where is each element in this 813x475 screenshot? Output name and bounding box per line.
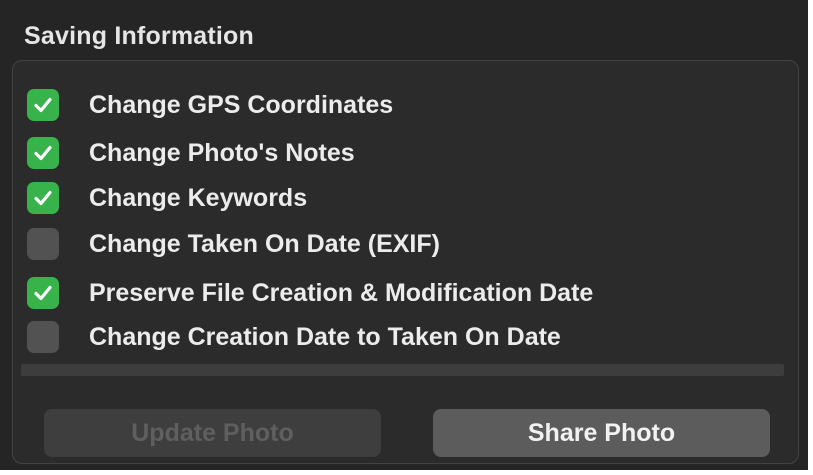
option-label: Change Creation Date to Taken On Date (89, 322, 561, 351)
saving-information-panel: Saving Information Change GPS Coordinate… (0, 0, 808, 470)
option-change-taken-on-date[interactable]: Change Taken On Date (EXIF) (27, 226, 440, 262)
checkbox-change-keywords[interactable] (27, 182, 59, 214)
checkmark-icon (34, 97, 52, 113)
option-label: Preserve File Creation & Modification Da… (89, 278, 594, 307)
option-label: Change Taken On Date (EXIF) (89, 229, 440, 258)
option-change-keywords[interactable]: Change Keywords (27, 180, 307, 216)
panel-title: Saving Information (24, 22, 255, 50)
checkbox-change-photos-notes[interactable] (27, 137, 59, 169)
update-photo-button[interactable]: Update Photo (44, 409, 381, 457)
option-preserve-file-dates[interactable]: Preserve File Creation & Modification Da… (27, 275, 593, 311)
option-change-photos-notes[interactable]: Change Photo's Notes (27, 135, 355, 171)
checkbox-change-taken-on-date[interactable] (27, 228, 59, 260)
checkbox-change-creation-date[interactable] (27, 321, 59, 353)
checkmark-icon (34, 285, 52, 301)
checkbox-preserve-file-dates[interactable] (27, 277, 59, 309)
share-photo-button[interactable]: Share Photo (433, 409, 770, 457)
options-group: Change GPS Coordinates Change Photo's No… (12, 60, 799, 464)
progress-bar (21, 364, 784, 376)
option-label: Change Photo's Notes (89, 138, 355, 167)
option-label: Change GPS Coordinates (89, 90, 394, 119)
checkmark-icon (34, 145, 52, 161)
checkbox-change-gps-coordinates[interactable] (27, 89, 59, 121)
option-change-creation-date[interactable]: Change Creation Date to Taken On Date (27, 319, 561, 355)
option-label: Change Keywords (89, 183, 308, 212)
option-change-gps-coordinates[interactable]: Change GPS Coordinates (27, 87, 393, 123)
checkmark-icon (34, 190, 52, 206)
